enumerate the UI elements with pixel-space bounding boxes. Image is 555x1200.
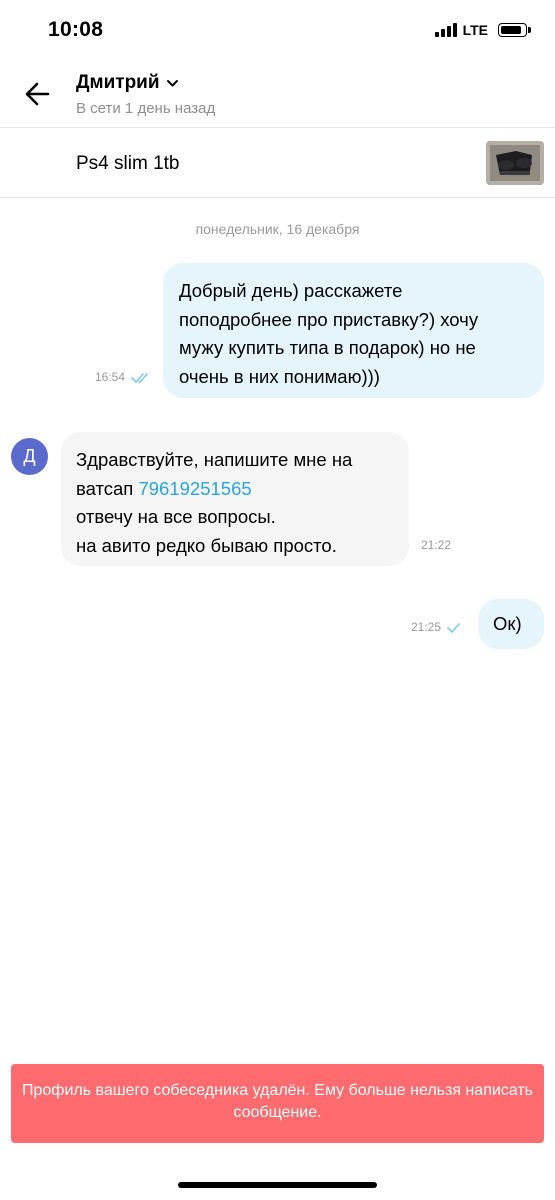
message-line: мужу купить типа в подарок) но не <box>179 337 476 358</box>
message-text: ватсап <box>76 477 139 499</box>
contact-status: В сети 1 день назад <box>76 100 216 117</box>
status-time: 10:08 <box>48 18 104 41</box>
home-indicator[interactable] <box>178 1182 377 1188</box>
profile-deleted-banner: Профиль вашего собеседника удалён. Ему б… <box>11 1064 544 1143</box>
message-line: ватсап 79619251565 <box>76 475 394 504</box>
message-line: Здравствуйте, напишите мне на <box>76 449 353 470</box>
signal-icon <box>434 23 457 37</box>
phone-link[interactable]: 79619251565 <box>138 478 251 499</box>
listing-title: Ps4 slim 1tb <box>76 153 180 174</box>
message-line: на авито редко бываю просто. <box>76 534 337 556</box>
back-button[interactable] <box>22 78 54 110</box>
incoming-message[interactable]: Здравствуйте, напишите мне на ватсап 796… <box>61 432 409 566</box>
status-indicators: LTE <box>434 22 531 38</box>
listing-photo <box>486 141 544 185</box>
date-separator: понедельник, 16 декабря <box>195 221 360 237</box>
contact-name-dropdown[interactable]: Дмитрий <box>76 72 179 94</box>
arrow-left-icon <box>25 82 50 106</box>
message-line: Добрый день) расскажете <box>179 280 403 301</box>
chat-screen: 10:08 LTE Дмитрий В сети 1 день назад Ps… <box>0 0 555 1200</box>
message-time-text: 16:54 <box>95 370 126 384</box>
chevron-down-icon <box>166 80 178 87</box>
contact-name: Дмитрий <box>76 72 160 93</box>
chat-header: Дмитрий В сети 1 день назад <box>0 62 555 128</box>
message-time-text: 21:25 <box>411 620 442 634</box>
contact-avatar[interactable]: Д <box>11 438 48 475</box>
double-check-icon <box>131 373 149 383</box>
battery-icon <box>498 23 531 37</box>
message-time: 21:22 <box>421 538 452 552</box>
message-line: очень в них понимаю))) <box>179 365 380 387</box>
message-line: поподробнее про приставку?) хочу <box>179 308 479 330</box>
message-time: 16:54 <box>95 370 151 384</box>
listing-thumbnail[interactable] <box>486 141 544 185</box>
listing-bar[interactable]: Ps4 slim 1tb <box>0 128 555 198</box>
network-type: LTE <box>462 22 488 38</box>
outgoing-message[interactable]: Ок) <box>478 599 544 649</box>
message-line: отвечу на все вопросы. <box>76 506 276 527</box>
outgoing-message[interactable]: Добрый день) расскажете поподробнее про … <box>163 263 544 398</box>
message-time: 21:25 <box>411 620 461 634</box>
check-icon <box>447 623 461 633</box>
status-bar: 10:08 LTE <box>0 0 555 62</box>
message-text: Ок) <box>493 613 522 634</box>
